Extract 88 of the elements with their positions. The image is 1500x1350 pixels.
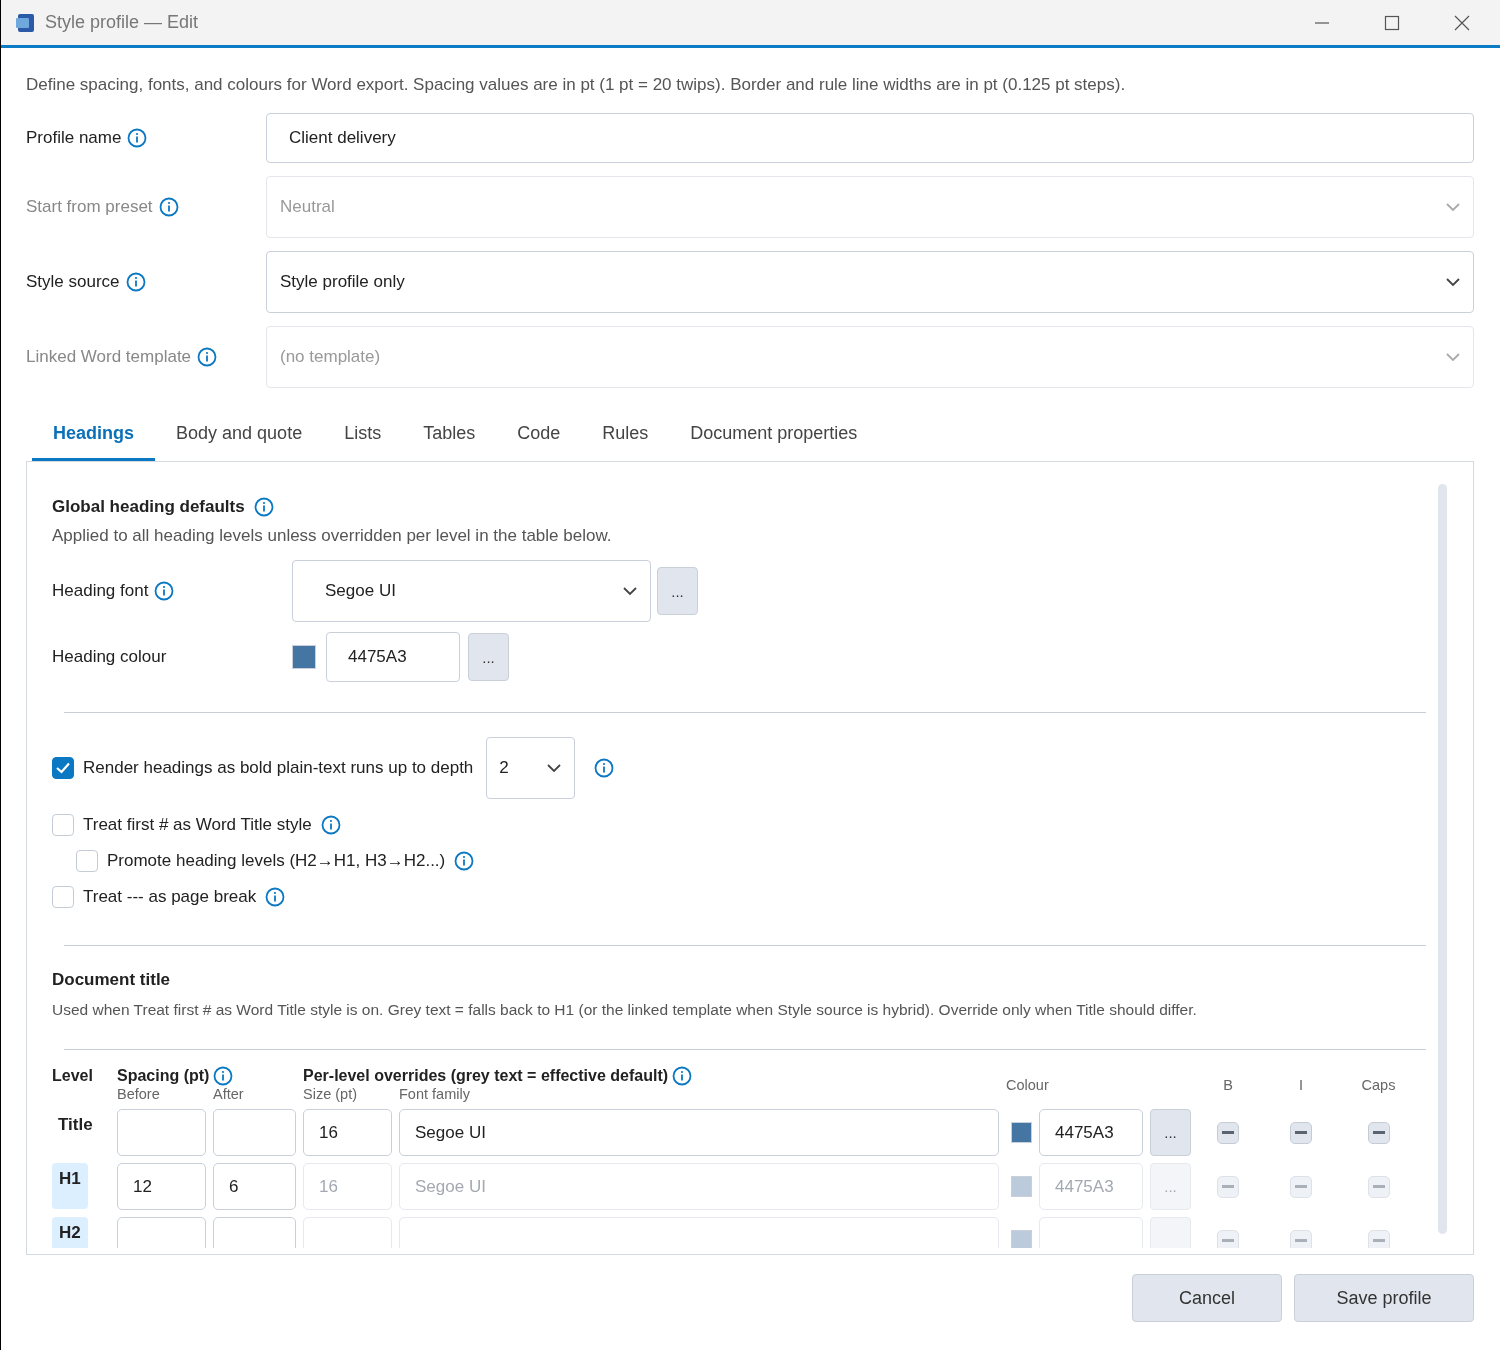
font-family-field[interactable]: Segoe UI [399,1109,999,1156]
browse-button[interactable]: ... [657,567,698,615]
info-icon[interactable] [213,1066,234,1086]
spacing-before-field[interactable] [117,1109,206,1156]
tristate-checkbox[interactable] [1217,1229,1239,1248]
column-subheader: After [213,1086,245,1102]
save-button[interactable]: Save profile [1294,1274,1474,1322]
tab[interactable]: Body and quote [155,411,324,461]
column-header: Per-level overrides (grey text = effective default) [303,1067,669,1085]
checkbox-label: Render headings as bold plain-text runs up to depth [83,758,474,778]
checkbox[interactable] [52,757,74,779]
tristate-checkbox[interactable] [1217,1175,1239,1198]
colour-picker-button[interactable]: ... [468,633,509,681]
document-icon [15,11,37,34]
field-label: Style source [26,272,120,292]
tristate-checkbox[interactable] [1290,1175,1312,1198]
text-field[interactable]: Client delivery [266,113,1474,163]
tristate-checkbox[interactable] [1367,1121,1390,1144]
tristate-checkbox[interactable] [1217,1121,1239,1144]
window-title: Style profile — Edit [45,12,200,33]
column-header: Level [52,1067,93,1085]
level-label: Title [57,1114,94,1135]
checkbox[interactable] [52,886,74,908]
tristate-checkbox[interactable] [1367,1229,1390,1248]
info-icon[interactable] [672,1066,693,1086]
info-icon[interactable] [594,758,615,778]
column-subheader: Before [117,1086,161,1102]
checkbox-label: Promote heading levels (H2→H1, H3→H2...) [107,851,446,871]
tab[interactable]: Rules [581,411,670,461]
level-label: H1 [52,1163,88,1209]
tab[interactable]: Tables [402,411,497,461]
info-icon[interactable] [454,851,475,871]
tristate-checkbox[interactable] [1290,1121,1312,1144]
dropdown: Neutral [266,176,1474,238]
field-label: Heading colour [52,647,167,667]
colour-field[interactable]: 4475A3 [326,632,460,682]
chevron-down-icon [1445,202,1461,212]
colour-field[interactable]: 4475A3 [1039,1109,1143,1156]
info-icon[interactable] [127,128,148,148]
dropdown[interactable]: Style profile only [266,251,1474,313]
checkbox-label: Treat --- as page break [83,887,257,907]
section-heading: Document title [52,970,171,990]
checkbox[interactable] [52,814,74,836]
spacing-before-field[interactable]: 12 [117,1163,206,1210]
chevron-down-icon [1445,352,1461,362]
column-subheader: Caps [1360,1077,1397,1093]
info-icon[interactable] [125,272,146,292]
section-description: Applied to all heading levels unless overridden per level in the table below. [52,526,613,546]
level-label: H2 [52,1217,88,1248]
checkbox-label: Treat first # as Word Title style [83,815,312,835]
size-field[interactable]: 16 [303,1109,392,1156]
info-icon[interactable] [265,887,286,907]
field-label: Profile name [26,128,122,148]
chevron-down-icon [546,763,563,773]
colour-picker-button[interactable]: ... [1150,1109,1191,1156]
info-icon[interactable] [253,497,274,517]
spacing-after-field[interactable]: 6 [213,1163,296,1210]
spacing-after-field[interactable] [213,1109,296,1156]
tab[interactable]: Headings [32,411,156,461]
scrollbar[interactable] [1438,484,1447,1234]
tab[interactable]: Lists [323,411,403,461]
column-subheader: I [1298,1077,1304,1093]
chevron-down-icon [1445,277,1461,287]
checkbox[interactable] [76,850,98,872]
info-icon[interactable] [320,815,341,835]
chevron-down-icon [622,586,638,596]
section-description: Used when Treat first # as Word Title style is on. Grey text = falls back to H1 (or the linked template when Style source is hybrid). Override only when Title should differ. [52,1001,1198,1019]
field-label: Linked Word template [26,347,192,367]
tristate-checkbox[interactable] [1367,1175,1390,1198]
description-text: Define spacing, fonts, and colours for Word export. Spacing values are in pt (1 pt = 20 twips). Border and rule line widths are in pt (0.125 pt steps). [26,75,1127,95]
field-label: Start from preset [26,197,153,217]
maximize-icon[interactable] [1384,14,1400,31]
column-header: Spacing (pt) [117,1067,210,1085]
column-subheader: B [1222,1077,1234,1093]
cancel-button[interactable]: Cancel [1132,1274,1282,1322]
close-icon[interactable] [1454,14,1470,31]
dropdown: (no template) [266,326,1474,388]
font-dropdown[interactable]: Segoe UI [292,560,651,622]
tab[interactable]: Document properties [669,411,879,461]
tab[interactable]: Code [496,411,582,461]
column-subheader: Size (pt) [303,1086,358,1102]
field-label: Heading font [52,581,149,601]
column-subheader: Colour [1006,1077,1050,1093]
section-heading: Global heading defaults [52,497,245,517]
column-subheader: Font family [399,1086,471,1102]
tristate-checkbox[interactable] [1290,1229,1312,1248]
info-icon[interactable] [154,581,175,601]
depth-dropdown[interactable]: 2 [486,737,576,799]
